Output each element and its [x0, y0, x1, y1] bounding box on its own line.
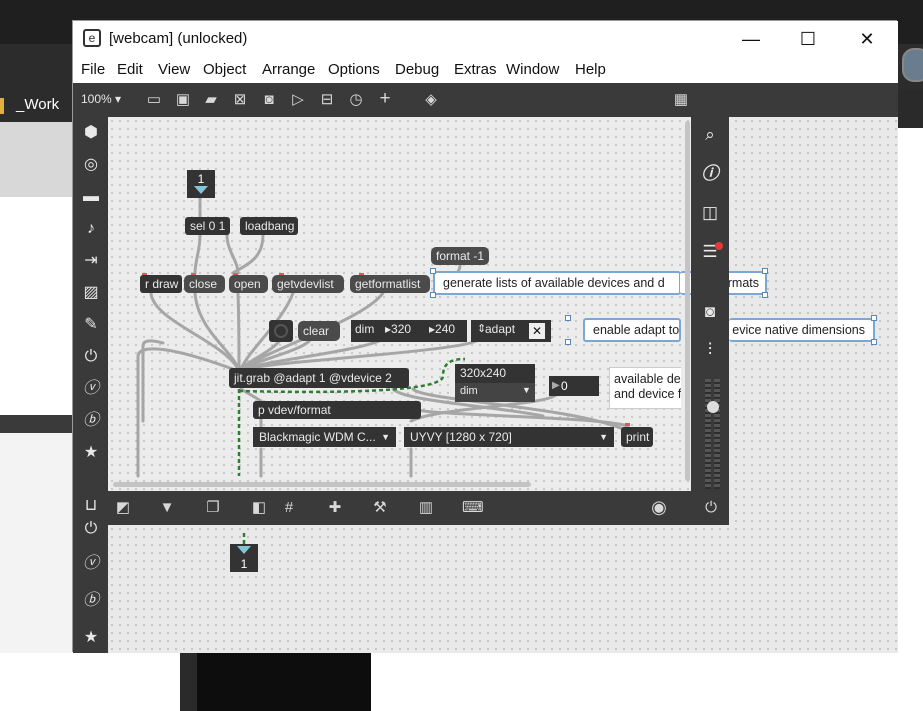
wrench-icon[interactable]: ⚒	[370, 498, 390, 518]
background-tab-label: _Work	[16, 96, 60, 113]
down-arrow-icon	[194, 186, 208, 194]
p-vdev-format-object[interactable]: p vdev/format	[253, 401, 421, 419]
getvdevlist-message[interactable]: getvdevlist	[272, 275, 344, 293]
down-arrow-icon	[237, 546, 251, 554]
windows-icon[interactable]: ❐	[203, 498, 223, 518]
dim-width[interactable]: ▸320	[385, 322, 411, 336]
selection-handle[interactable]	[430, 292, 436, 298]
vertical-scrollbar[interactable]	[685, 121, 690, 481]
selection-handle[interactable]	[871, 315, 877, 321]
search-icon[interactable]: ⌕	[697, 122, 723, 148]
dim-pack[interactable]: dim ▸320 ▸240	[351, 320, 467, 342]
resolution-select[interactable]: dim ▼	[455, 383, 535, 402]
level-meter-right	[714, 379, 720, 489]
notification-dot	[715, 242, 723, 250]
horizontal-scrollbar[interactable]	[113, 482, 531, 487]
comment-available-line1: available de	[614, 372, 681, 386]
volume-knob[interactable]	[707, 401, 719, 413]
background-tab[interactable]: _Work	[0, 90, 72, 122]
resolution-label: 320x240	[460, 366, 507, 380]
sel-object[interactable]: sel 0 1	[185, 217, 230, 235]
bang-circle-icon	[274, 324, 288, 338]
chevron-down-icon: ▼	[381, 432, 390, 442]
patcher-window: e [webcam] (unlocked) — ☐ ✕ File Edit Vi…	[72, 20, 898, 653]
toggle-bottom-value: 1	[240, 557, 248, 571]
close-message[interactable]: close	[184, 275, 225, 293]
chevron-down-icon: ▼	[522, 385, 531, 395]
selection-handle[interactable]	[762, 292, 768, 298]
info-icon[interactable]: ⓘ	[697, 161, 723, 187]
resolution-umenu[interactable]: 320x240 dim ▼	[455, 364, 535, 402]
triangle-right-icon: ▶	[552, 380, 560, 391]
dim-height[interactable]: ▸240	[429, 322, 455, 336]
chevron-down-icon: ▼	[599, 432, 608, 442]
bang-button[interactable]	[269, 320, 293, 342]
dim-label: dim	[355, 322, 375, 336]
comment-enable-adapt[interactable]: enable adapt to	[583, 318, 681, 342]
getformatlist-message[interactable]: getformatlist	[350, 275, 430, 293]
selection-handle[interactable]	[565, 339, 571, 345]
comment-generate-lists-tail-text: rmats	[727, 276, 759, 290]
audio-playback-icon[interactable]: ◉	[649, 497, 669, 517]
comment-enable-adapt-tail-text: evice native dimensions	[732, 323, 865, 337]
comment-available-devices[interactable]: available de and device f	[609, 367, 681, 409]
adapt-label: adapt	[485, 322, 516, 336]
comment-generate-lists[interactable]: generate lists of available devices and …	[433, 271, 681, 295]
adapt-attrui[interactable]: ⇕ adapt ✕	[471, 320, 551, 342]
computer-keyboard-icon[interactable]: ⌨	[462, 498, 484, 518]
level-meter[interactable]	[705, 379, 721, 489]
print-object[interactable]: print	[621, 427, 653, 447]
r-draw-object[interactable]: r draw	[140, 275, 182, 293]
jit-grab-object[interactable]: jit.grab @adapt 1 @vdevice 2	[229, 368, 409, 388]
new-object-icon[interactable]: ✚	[325, 498, 345, 518]
edit-lock-icon[interactable]: ◩	[113, 498, 133, 518]
device-menu-value: Blackmagic WDM C...	[259, 430, 376, 444]
format-menu-value: UYVY [1280 x 720]	[410, 430, 512, 444]
number-box[interactable]: ▶ 0	[549, 376, 599, 396]
avatar[interactable]	[902, 48, 923, 82]
book-icon[interactable]: ◫	[697, 200, 723, 226]
mixer-icon[interactable]: ⫶	[697, 337, 723, 363]
level-meter-left	[705, 379, 711, 489]
comment-available-line2: and device f	[614, 387, 681, 401]
device-menu[interactable]: Blackmagic WDM C... ▼	[253, 427, 396, 447]
background-bottom-window	[197, 652, 371, 711]
folder-icon	[0, 98, 4, 114]
background-panel-dark	[0, 415, 72, 433]
presentation-mode-icon[interactable]: ▼	[157, 498, 177, 518]
toggle-top-value: 1	[197, 172, 205, 186]
format-message[interactable]: format -1	[431, 247, 489, 265]
selection-handle[interactable]	[430, 268, 436, 274]
keyboard-icon[interactable]: ▥	[416, 498, 436, 518]
number-box-value: 0	[561, 379, 568, 393]
resolution-select-value: dim	[460, 385, 478, 397]
clear-message[interactable]: clear	[298, 321, 340, 341]
camera-icon[interactable]: ◙	[697, 299, 723, 325]
comment-enable-adapt-tail[interactable]: evice native dimensions	[729, 318, 875, 342]
adapt-checkbox[interactable]: ✕	[529, 323, 545, 339]
open-message[interactable]: open	[229, 275, 268, 293]
selection-handle[interactable]	[762, 268, 768, 274]
snap-icon[interactable]: ◧	[249, 498, 269, 518]
background-bottom-edge	[180, 652, 197, 711]
toggle-top[interactable]: 1	[187, 170, 215, 198]
power-icon[interactable]: ⏻	[701, 498, 721, 518]
background-panel-light	[0, 433, 72, 653]
format-menu[interactable]: UYVY [1280 x 720] ▼	[404, 427, 614, 447]
selection-handle[interactable]	[871, 339, 877, 345]
grid-toggle-icon[interactable]: #	[279, 498, 299, 518]
background-right-strip	[897, 90, 923, 128]
loadbang-object[interactable]: loadbang	[240, 217, 298, 235]
selection-handle[interactable]	[565, 315, 571, 321]
background-panel	[0, 122, 72, 197]
toggle-bottom[interactable]: 1	[230, 544, 258, 572]
